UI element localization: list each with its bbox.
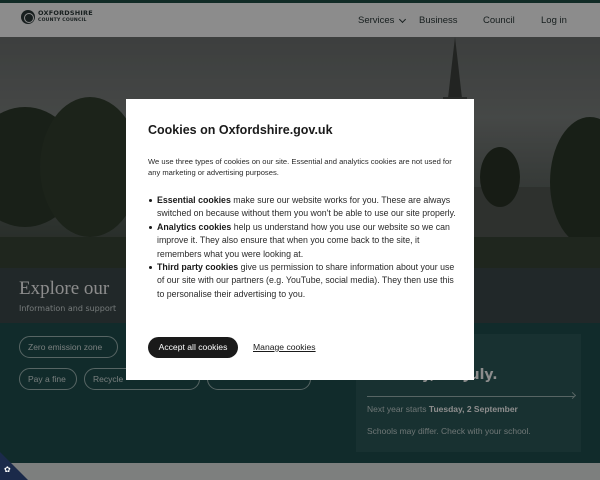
cookie-type-term: Third party cookies bbox=[157, 262, 239, 273]
cookie-types-list: Essential cookies make sure our website … bbox=[148, 194, 458, 301]
cookie-settings-icon: ✿ bbox=[4, 465, 11, 474]
accept-all-cookies-button[interactable]: Accept all cookies bbox=[148, 337, 238, 358]
cookie-type-term: Analytics cookies bbox=[157, 221, 232, 232]
cookie-type-analytics: Analytics cookies help us understand how… bbox=[148, 221, 458, 261]
cookie-type-third-party: Third party cookies give us permission t… bbox=[148, 261, 458, 301]
cookie-type-term: Essential cookies bbox=[157, 195, 231, 205]
cookie-type-essential: Essential cookies make sure our website … bbox=[148, 194, 458, 221]
cookie-dialog-intro: We use three types of cookies on our sit… bbox=[148, 157, 452, 177]
cookie-consent-dialog: Cookies on Oxfordshire.gov.uk We use thr… bbox=[126, 99, 474, 380]
manage-cookies-link[interactable]: Manage cookies bbox=[253, 342, 316, 352]
cookie-dialog-title: Cookies on Oxfordshire.gov.uk bbox=[148, 123, 333, 137]
